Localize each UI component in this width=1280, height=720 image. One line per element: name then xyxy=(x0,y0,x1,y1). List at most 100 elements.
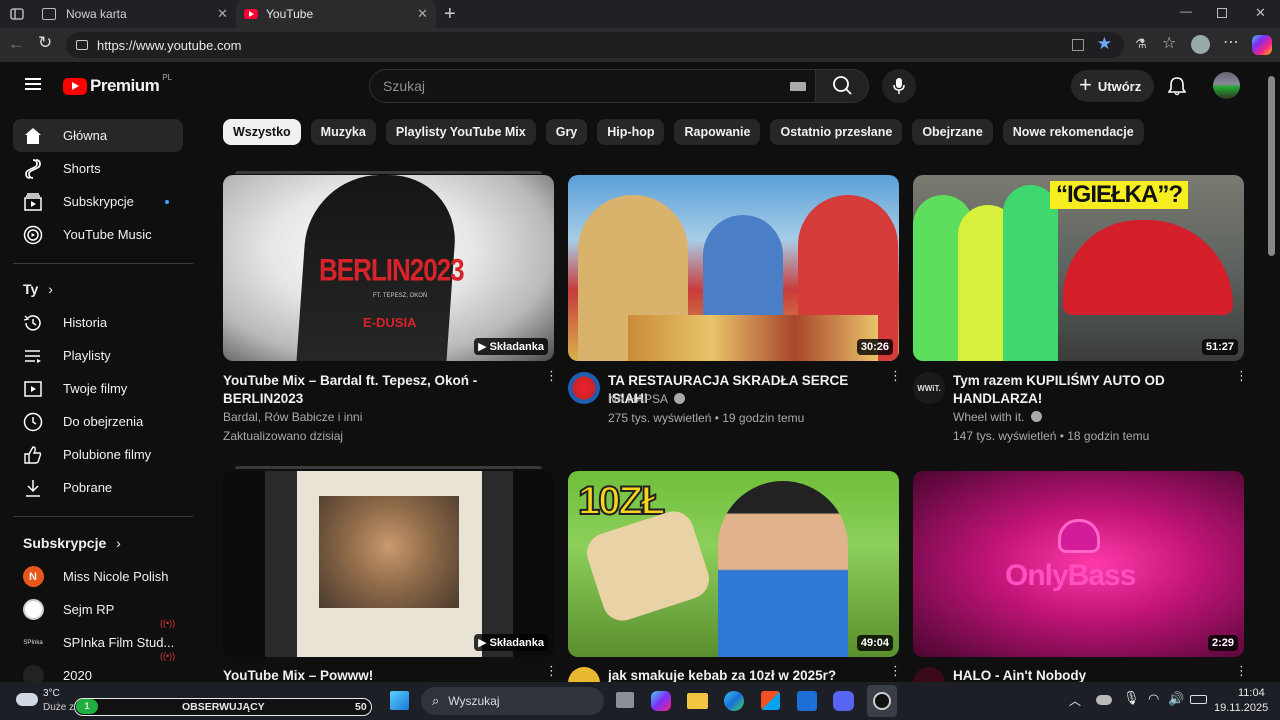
video-thumbnail[interactable]: OnlyBass 2:29 xyxy=(913,471,1244,657)
tab-youtube[interactable]: YouTube ✕ xyxy=(236,0,436,28)
video-menu-icon[interactable]: ⋮ xyxy=(889,664,902,677)
youtube-logo[interactable]: Premium PL xyxy=(63,73,172,96)
reload-icon[interactable]: ↻ xyxy=(38,33,52,53)
channel-avatar[interactable] xyxy=(568,372,600,404)
video-title[interactable]: YouTube Mix – Bardal ft. Tepesz, Okoń - … xyxy=(223,372,513,408)
favorite-star-icon[interactable]: ★ xyxy=(1097,34,1112,54)
video-menu-icon[interactable]: ⋮ xyxy=(545,664,558,677)
new-tab-button[interactable]: + xyxy=(444,3,456,26)
video-card[interactable]: 30:26 xyxy=(568,175,899,361)
channel-name[interactable]: Wheel with it. xyxy=(953,408,1042,427)
search-input[interactable]: Szukaj xyxy=(369,69,816,103)
sidebar-item-subscriptions[interactable]: Subskrypcje xyxy=(13,185,183,218)
chip-new-to-you[interactable]: Nowe rekomendacje xyxy=(1002,119,1144,145)
sidebar-item-watch-later[interactable]: Do obejrzenia xyxy=(13,405,183,438)
account-avatar[interactable] xyxy=(1213,72,1240,99)
channel-name[interactable]: NA HAPSA xyxy=(608,390,685,409)
video-title[interactable]: HALO - Ain't Nobody xyxy=(953,667,1223,682)
voice-search-button[interactable] xyxy=(882,69,916,103)
app-available-icon[interactable] xyxy=(1072,39,1084,51)
copilot-taskbar-icon[interactable] xyxy=(651,691,671,711)
sidebar-item-downloads[interactable]: Pobrane xyxy=(13,471,183,504)
chip-music[interactable]: Muzyka xyxy=(310,119,376,145)
chip-watched[interactable]: Obejrzane xyxy=(912,119,993,145)
video-thumbnail[interactable]: 30:26 xyxy=(568,175,899,361)
video-title[interactable]: YouTube Mix – Powww! xyxy=(223,667,513,682)
task-view-icon[interactable] xyxy=(616,692,634,708)
video-title[interactable]: Tym razem KUPILIŚMY AUTO OD HANDLARZA! xyxy=(953,372,1223,408)
subscription-item[interactable]: N Miss Nicole Polish xyxy=(13,560,183,593)
sidebar-item-your-videos[interactable]: Twoje filmy xyxy=(13,372,183,405)
sidebar-section-subscriptions[interactable]: Subskrypcje › xyxy=(23,535,121,551)
onedrive-icon[interactable] xyxy=(1096,695,1112,705)
volume-icon[interactable]: 🔊 xyxy=(1168,691,1184,707)
search-button[interactable] xyxy=(815,69,869,103)
close-tab-icon[interactable]: ✕ xyxy=(217,6,228,22)
back-icon[interactable]: ← xyxy=(8,34,25,54)
chip-recently-uploaded[interactable]: Ostatnio przesłane xyxy=(770,119,903,145)
minimize-icon[interactable]: — xyxy=(1180,4,1192,18)
channel-avatar[interactable]: WWiT. xyxy=(913,372,945,404)
sidebar-section-you[interactable]: Ty › xyxy=(23,281,53,297)
video-card[interactable]: “IGIEŁKA”? 51:27 xyxy=(913,175,1244,361)
chip-all[interactable]: Wszystko xyxy=(223,119,301,145)
sidebar-item-playlists[interactable]: Playlisty xyxy=(13,339,183,372)
extensions-icon[interactable]: ⚗ xyxy=(1135,36,1147,52)
sidebar-item-liked-videos[interactable]: Polubione filmy xyxy=(13,438,183,471)
windows-start-icon[interactable] xyxy=(390,691,409,710)
chip-hip-hop[interactable]: Hip-hop xyxy=(597,119,665,145)
maximize-icon[interactable] xyxy=(1217,8,1227,18)
chip-games[interactable]: Gry xyxy=(545,119,588,145)
clock-date[interactable]: 19.11.2025 xyxy=(1214,702,1268,714)
video-thumbnail[interactable]: ▶ Składanka xyxy=(223,471,554,657)
video-thumbnail[interactable]: BERLIN2023 FT. TEPESZ, OKOŃ E-DUSIA ▶ Sk… xyxy=(223,175,554,361)
sidebar-item-shorts[interactable]: Shorts xyxy=(13,152,183,185)
chip-mix-playlists[interactable]: Playlisty YouTube Mix xyxy=(385,119,536,145)
sidebar-item-home[interactable]: Główna xyxy=(13,119,183,152)
video-menu-icon[interactable]: ⋮ xyxy=(545,369,558,382)
scrollbar-thumb[interactable] xyxy=(1268,76,1275,256)
edge-icon[interactable] xyxy=(724,691,744,711)
clock-time[interactable]: 11:04 xyxy=(1238,687,1265,699)
wifi-icon[interactable]: ◠ xyxy=(1148,691,1159,707)
file-explorer-icon[interactable] xyxy=(687,693,708,709)
menu-icon[interactable] xyxy=(25,78,41,90)
keyboard-icon[interactable] xyxy=(790,82,806,91)
video-card[interactable]: 10ZŁ 49:04 xyxy=(568,471,899,657)
video-channels[interactable]: Bardal, Rów Babicze i inni xyxy=(223,408,362,427)
followers-widget[interactable]: 1 OBSERWUJĄCY 50 xyxy=(74,698,372,716)
close-window-icon[interactable]: ✕ xyxy=(1255,5,1266,21)
subscription-item[interactable]: 2020 xyxy=(13,659,183,682)
site-info-icon[interactable] xyxy=(76,40,88,50)
video-card[interactable]: OnlyBass 2:29 xyxy=(913,471,1244,657)
video-thumbnail[interactable]: “IGIEŁKA”? 51:27 xyxy=(913,175,1244,361)
video-card[interactable]: ▶ Składanka xyxy=(223,471,554,657)
sidebar-item-history[interactable]: Historia xyxy=(13,306,183,339)
more-icon[interactable]: ⋯ xyxy=(1223,32,1239,52)
create-button[interactable]: + Utwórz xyxy=(1071,70,1154,102)
video-menu-icon[interactable]: ⋮ xyxy=(889,369,902,382)
close-tab-icon[interactable]: ✕ xyxy=(417,6,428,22)
subscription-item[interactable]: Sejm RP xyxy=(13,593,183,626)
video-menu-icon[interactable]: ⋮ xyxy=(1235,369,1248,382)
channel-avatar[interactable] xyxy=(913,667,945,682)
battery-icon[interactable] xyxy=(1190,695,1207,704)
video-title[interactable]: jak smakuje kebab za 10zł w 2025r? JEDYN… xyxy=(608,667,883,682)
notifications-bell-icon[interactable] xyxy=(1168,76,1186,96)
subscription-item[interactable]: SPInka SPInka Film Stud... xyxy=(13,626,183,659)
channel-avatar[interactable] xyxy=(568,667,600,682)
video-thumbnail[interactable]: 10ZŁ 49:04 xyxy=(568,471,899,657)
microphone-tray-icon[interactable]: 🎙 xyxy=(1123,690,1140,706)
tray-chevron-icon[interactable]: ︿ xyxy=(1069,692,1081,709)
url-text[interactable]: https://www.youtube.com xyxy=(97,38,242,53)
taskbar-search-box[interactable]: ⌕ Wyszukaj xyxy=(421,687,604,715)
copilot-icon[interactable] xyxy=(1252,35,1272,55)
profile-avatar[interactable] xyxy=(1191,35,1210,54)
outlook-icon[interactable] xyxy=(797,691,817,711)
favorites-icon[interactable]: ☆ xyxy=(1162,33,1176,53)
video-menu-icon[interactable]: ⋮ xyxy=(1235,664,1248,677)
tab-actions-icon[interactable] xyxy=(0,0,34,28)
chip-rap[interactable]: Rapowanie xyxy=(674,119,761,145)
tab-new-tab[interactable]: Nowa karta ✕ xyxy=(34,0,236,28)
discord-icon[interactable] xyxy=(833,691,854,711)
